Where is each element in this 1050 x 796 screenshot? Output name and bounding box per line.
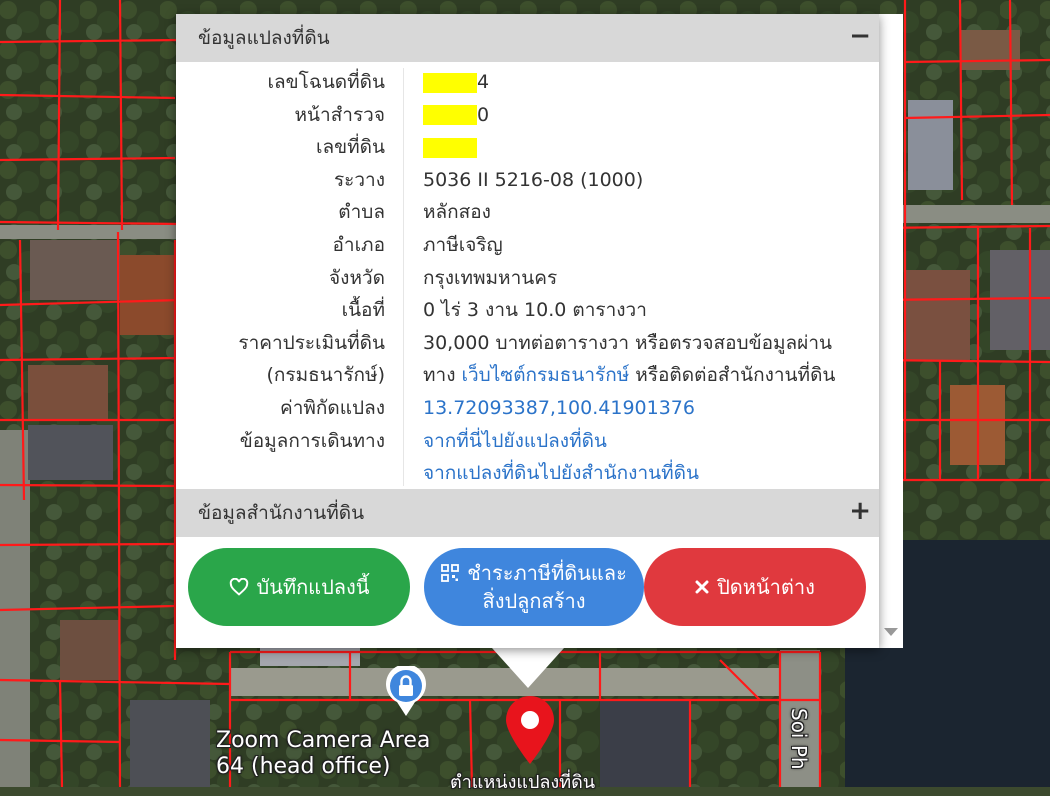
info-label: ข้อมูลการเดินทาง [239, 429, 385, 452]
pay-tax-label-line1: ชำระภาษีที่ดินและ [467, 561, 627, 585]
info-value-text: 5036 II 5216-08 (1000) [423, 168, 644, 191]
info-value-text: ภาษีเจริญ [423, 233, 503, 256]
land-section-title: ข้อมูลแปลงที่ดิน [198, 27, 330, 49]
map-label-zoom-camera: Zoom Camera Area 64 (head office) [216, 728, 430, 780]
heart-icon [229, 578, 249, 596]
info-row: จังหวัด กรุงเทพมหานคร [176, 262, 879, 295]
land-section-header[interactable]: ข้อมูลแปลงที่ดิน − [176, 14, 879, 62]
popup-scrollbar[interactable] [879, 14, 903, 648]
info-value: 13.72093387,100.41901376 [423, 392, 695, 424]
collapse-icon[interactable]: − [849, 14, 871, 58]
parcel-boundary-line [0, 542, 176, 547]
info-row: อำเภอ ภาษีเจริญ [176, 229, 879, 262]
pay-land-tax-button[interactable]: ชำระภาษีที่ดินและ สิ่งปลูกสร้าง [424, 548, 644, 626]
info-value-text: 0 [477, 103, 490, 126]
info-label: เลขโฉนดที่ดิน [267, 71, 385, 93]
popup-tail [492, 648, 564, 688]
info-value-text: 30,000 บาทต่อตารางวา หรือตรวจสอบข้อมูลผ่… [423, 331, 832, 354]
info-label: ระวาง [333, 168, 385, 191]
redaction-mark [423, 72, 477, 93]
info-value-text: 0 ไร่ 3 งาน 10.0 ตารางวา [423, 299, 647, 322]
info-value: 0 [423, 99, 489, 131]
info-value-text: กรุงเทพมหานคร [423, 266, 558, 289]
redaction-mark [423, 105, 477, 126]
close-window-button[interactable]: ปิดหน้าต่าง [644, 548, 866, 626]
info-link[interactable]: 13.72093387,100.41901376 [423, 397, 695, 419]
info-label: เลขที่ดิน [316, 136, 385, 159]
close-window-label: ปิดหน้าต่าง [717, 575, 815, 599]
map-label-road: Soi Ph [787, 708, 811, 770]
map-label-parcel-position: ตำแหน่งแปลงที่ดิน [450, 772, 596, 793]
info-row: เลขโฉนดที่ดิน 4 [176, 66, 879, 99]
office-section-title: ข้อมูลสำนักงานที่ดิน [198, 502, 365, 524]
info-label: ตำบล [338, 201, 385, 224]
map-label-line: Zoom Camera Area [216, 728, 431, 753]
info-value: จากแปลงที่ดินไปยังสำนักงานที่ดิน [423, 457, 699, 489]
info-label: เนื้อที่ [341, 299, 385, 322]
info-label: จังหวัด [329, 266, 385, 289]
info-value-text: หรือติดต่อสำนักงานที่ดิน [629, 364, 836, 387]
info-label: (กรมธนารักษ์) [266, 364, 385, 387]
close-icon [695, 580, 709, 594]
info-value: 30,000 บาทต่อตารางวา หรือตรวจสอบข้อมูลผ่… [423, 327, 832, 359]
info-value: จากที่นี่ไปยังแปลงที่ดิน [423, 425, 607, 457]
info-link[interactable]: จากแปลงที่ดินไปยังสำนักงานที่ดิน [423, 462, 699, 484]
pay-tax-label-line2: สิ่งปลูกสร้าง [482, 589, 586, 613]
scroll-down-icon[interactable] [884, 628, 898, 636]
info-value: ทาง เว็บไซต์กรมธนารักษ์ หรือติดต่อสำนักง… [423, 359, 835, 391]
info-value-text: ทาง [423, 364, 462, 387]
redaction-mark [423, 137, 477, 158]
map-label-line: 64 (head office) [216, 754, 391, 779]
info-link[interactable]: เว็บไซต์กรมธนารักษ์ [462, 364, 630, 386]
expand-icon[interactable]: + [849, 489, 871, 533]
land-info-table: เลขโฉนดที่ดิน 4 หน้าสำรวจ 0 เลขที่ดินระวาง 50… [176, 66, 879, 490]
land-info-popup: ข้อมูลแปลงที่ดิน − เลขโฉนดที่ดิน 4 หน้าสำร… [176, 14, 879, 648]
info-label: ราคาประเมินที่ดิน [238, 331, 385, 354]
info-value-text: 4 [477, 71, 490, 93]
info-value-text: หลักสอง [423, 201, 491, 224]
info-value: ภาษีเจริญ [423, 229, 503, 261]
info-row: ข้อมูลการเดินทาง จากที่นี่ไปยังแปลงที่ดิน [176, 425, 879, 458]
info-row: ราคาประเมินที่ดิน 30,000 บาทต่อตารางวา หร… [176, 327, 879, 360]
save-parcel-button[interactable]: บันทึกแปลงนี้ [188, 548, 410, 626]
info-value: 4 [423, 66, 489, 98]
info-value: หลักสอง [423, 196, 491, 228]
info-value: 0 ไร่ 3 งาน 10.0 ตารางวา [423, 294, 647, 326]
info-value: 5036 II 5216-08 (1000) [423, 164, 643, 196]
office-section-header[interactable]: ข้อมูลสำนักงานที่ดิน + [176, 489, 879, 537]
info-label: หน้าสำรวจ [294, 103, 385, 126]
info-row: ค่าพิกัดแปลง 13.72093387,100.41901376 [176, 392, 879, 425]
info-row: เนื้อที่ 0 ไร่ 3 งาน 10.0 ตารางวา [176, 294, 879, 327]
info-label: อำเภอ [332, 233, 385, 256]
qr-code-icon [441, 564, 460, 582]
save-parcel-label: บันทึกแปลงนี้ [256, 575, 370, 599]
parcel-boundary-line [0, 483, 176, 488]
info-link[interactable]: จากที่นี่ไปยังแปลงที่ดิน [423, 430, 607, 452]
info-label: ค่าพิกัดแปลง [280, 396, 385, 419]
info-row: เลขที่ดิน [176, 131, 879, 164]
info-value: กรุงเทพมหานคร [423, 262, 557, 294]
info-row: ระวาง 5036 II 5216-08 (1000) [176, 164, 879, 197]
info-row: (กรมธนารักษ์) ทาง เว็บไซต์กรมธนารักษ์ หรื… [176, 359, 879, 392]
info-value [423, 131, 477, 163]
info-row: หน้าสำรวจ 0 [176, 99, 879, 132]
info-row: จากแปลงที่ดินไปยังสำนักงานที่ดิน [176, 457, 879, 490]
info-row: ตำบล หลักสอง [176, 196, 879, 229]
